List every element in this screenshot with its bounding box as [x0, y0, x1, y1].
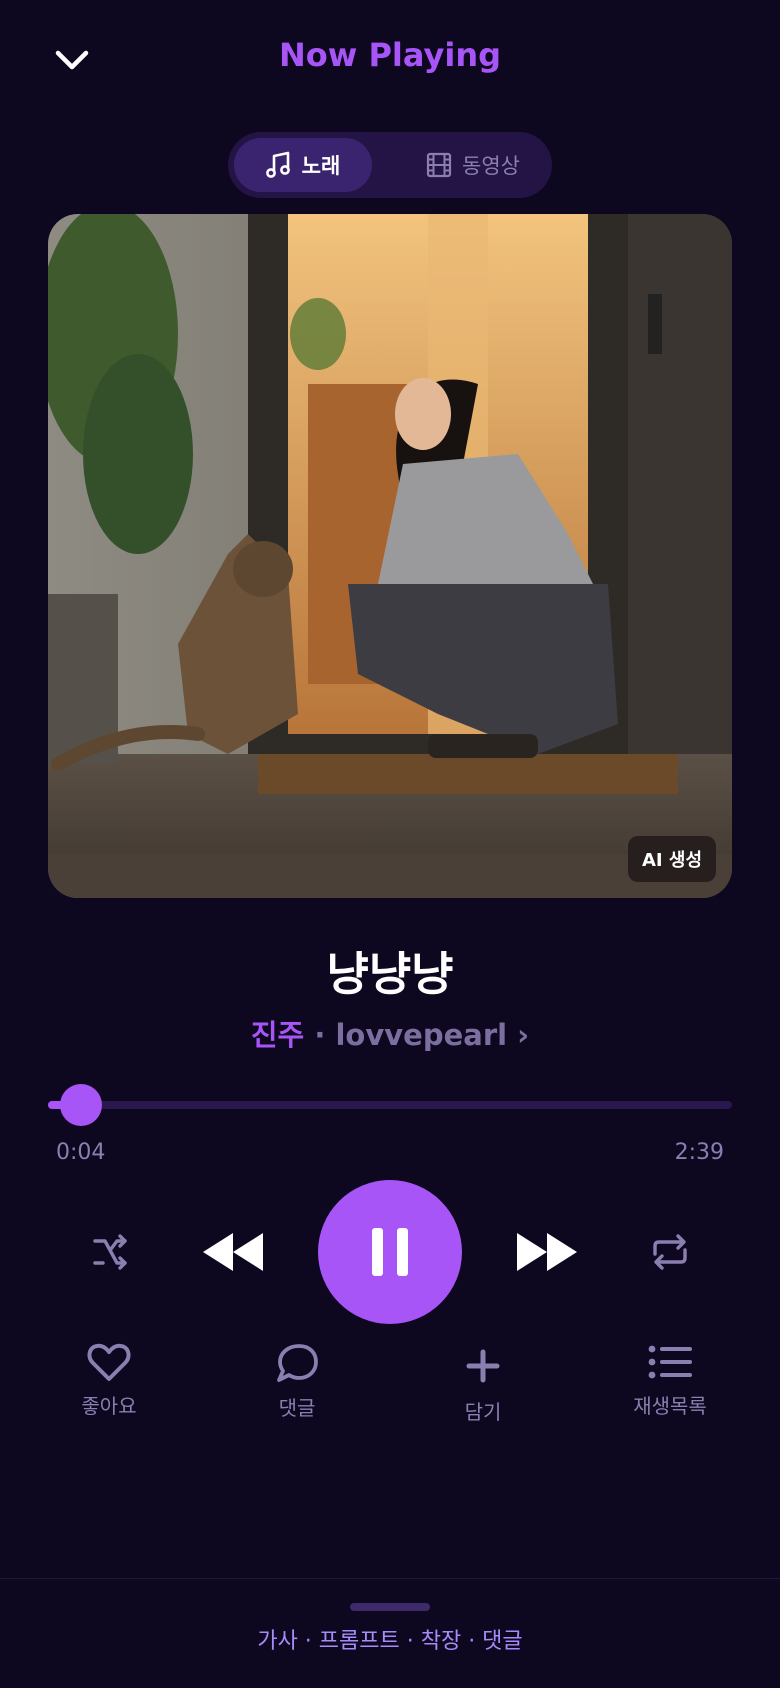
music-note-icon [265, 151, 290, 178]
artist-handle: lovvepearl › [335, 1018, 530, 1052]
tab-video-label: 동영상 [462, 154, 520, 178]
page-title: Now Playing [278, 36, 501, 74]
media-type-tabs: 노래 동영상 [228, 132, 552, 198]
album-artwork: AI 생성 [48, 214, 732, 898]
playlist-action[interactable]: 재생목록 [595, 1342, 745, 1419]
plus-icon [466, 1349, 500, 1383]
rewind-button[interactable] [196, 1222, 270, 1282]
like-action[interactable]: 좋아요 [34, 1342, 184, 1419]
comment-action[interactable]: 댓글 [222, 1342, 372, 1421]
repeat-button[interactable] [640, 1222, 700, 1282]
tab-video[interactable]: 동영상 [400, 138, 546, 192]
header: Now Playing [0, 0, 780, 120]
now-playing-screen: Now Playing 노래 동영상 AI 생성 냥냥냥 진주 · lovvep… [0, 0, 780, 1688]
artwork-illustration [48, 214, 732, 898]
sheet-drag-handle[interactable] [350, 1603, 430, 1611]
repeat-icon [653, 1234, 687, 1270]
sheet-links: 가사 · 프롬프트 · 착장 · 댓글 [257, 1629, 523, 1654]
list-icon [648, 1345, 692, 1379]
rewind-icon [203, 1233, 263, 1271]
pause-icon [372, 1228, 408, 1276]
pause-button[interactable] [318, 1180, 462, 1324]
add-label: 담기 [464, 1400, 502, 1424]
artist-separator: · [314, 1018, 326, 1052]
heart-icon [87, 1343, 131, 1381]
song-title: 냥냥냥 [326, 947, 454, 1001]
add-action[interactable]: 담기 [408, 1342, 558, 1425]
ai-generated-badge: AI 생성 [627, 836, 716, 882]
comment-label: 댓글 [278, 1396, 316, 1420]
fast-forward-button[interactable] [510, 1222, 584, 1282]
shuffle-button[interactable] [80, 1222, 140, 1282]
progress-slider[interactable] [48, 1084, 732, 1126]
artist-link[interactable]: 진주 · lovvepearl › [0, 1012, 780, 1054]
total-time: 2:39 [674, 1140, 724, 1165]
progress-thumb[interactable] [60, 1084, 102, 1126]
film-icon [426, 152, 452, 178]
shuffle-icon [93, 1234, 127, 1270]
tab-song[interactable]: 노래 [234, 138, 372, 192]
comment-icon [277, 1344, 318, 1382]
details-bottom-sheet[interactable]: 가사 · 프롬프트 · 착장 · 댓글 [0, 1578, 780, 1688]
tab-song-label: 노래 [301, 154, 341, 178]
artist-name: 진주 [250, 1018, 305, 1052]
fast-forward-icon [517, 1233, 577, 1271]
like-label: 좋아요 [81, 1394, 137, 1418]
elapsed-time: 0:04 [56, 1140, 106, 1165]
playlist-label: 재생목록 [633, 1394, 707, 1418]
